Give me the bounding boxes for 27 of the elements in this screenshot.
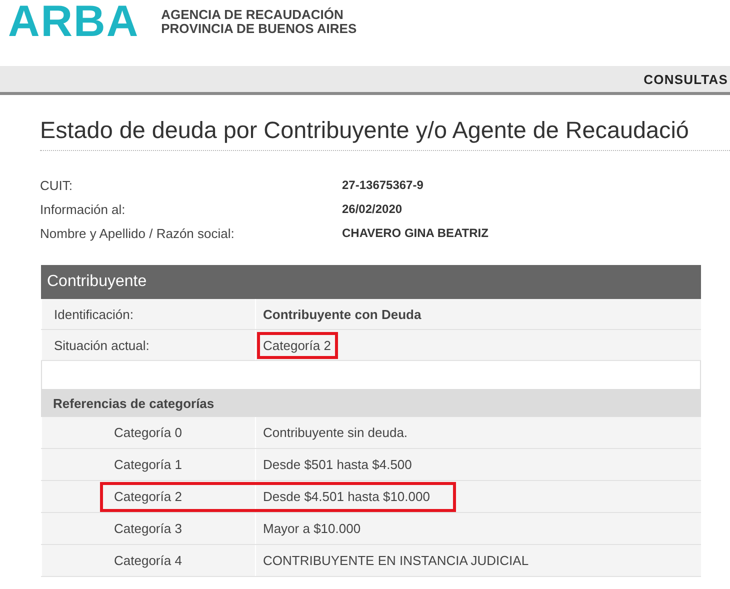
table-cell: Mayor a $10.000 bbox=[255, 513, 701, 544]
cell-value: Contribuyente con Deuda bbox=[262, 306, 422, 324]
info-label: Información al: bbox=[40, 202, 126, 217]
table-cell: Categoría 4 bbox=[41, 545, 255, 576]
table-cell: Desde $501 hasta $4.500 bbox=[255, 449, 701, 480]
nav-link[interactable]: CONSULTAS bbox=[644, 72, 728, 86]
info-value: CHAVERO GINA BEATRIZ bbox=[342, 226, 490, 241]
agency-name: AGENCIA DE RECAUDACIÓN bbox=[161, 8, 344, 22]
page-title: Estado de deuda por Contribuyente y/o Agente de Recaudació bbox=[40, 117, 730, 151]
table-cell: Identificación: bbox=[41, 299, 255, 329]
cell-value: Categoría 2 bbox=[260, 334, 335, 356]
info-label: CUIT: bbox=[40, 178, 74, 193]
table-cell: Categoría 0 bbox=[41, 417, 255, 448]
info-value: 26/02/2020 bbox=[342, 202, 404, 217]
section-header: Referencias de categorías bbox=[41, 389, 701, 417]
table-cell: Categoría 3 bbox=[41, 513, 255, 544]
table-cell: Situación actual: bbox=[41, 330, 255, 360]
table-cell: Contribuyente sin deuda. bbox=[255, 417, 701, 448]
table-cell: CONTRIBUYENTE EN INSTANCIA JUDICIAL bbox=[255, 545, 701, 576]
agency-name: PROVINCIA DE BUENOS AIRES bbox=[161, 22, 357, 36]
info-label: Nombre y Apellido / Razón social: bbox=[40, 226, 236, 241]
table-cell: Categoría 2 bbox=[41, 481, 255, 512]
info-value: 27-13675367-9 bbox=[342, 178, 424, 193]
table-cell: Categoría 1 bbox=[41, 449, 255, 480]
logo: ARBA bbox=[8, 2, 140, 42]
table-cell: Desde $4.501 hasta $10.000 bbox=[255, 481, 701, 512]
section-header: Contribuyente bbox=[41, 265, 701, 299]
